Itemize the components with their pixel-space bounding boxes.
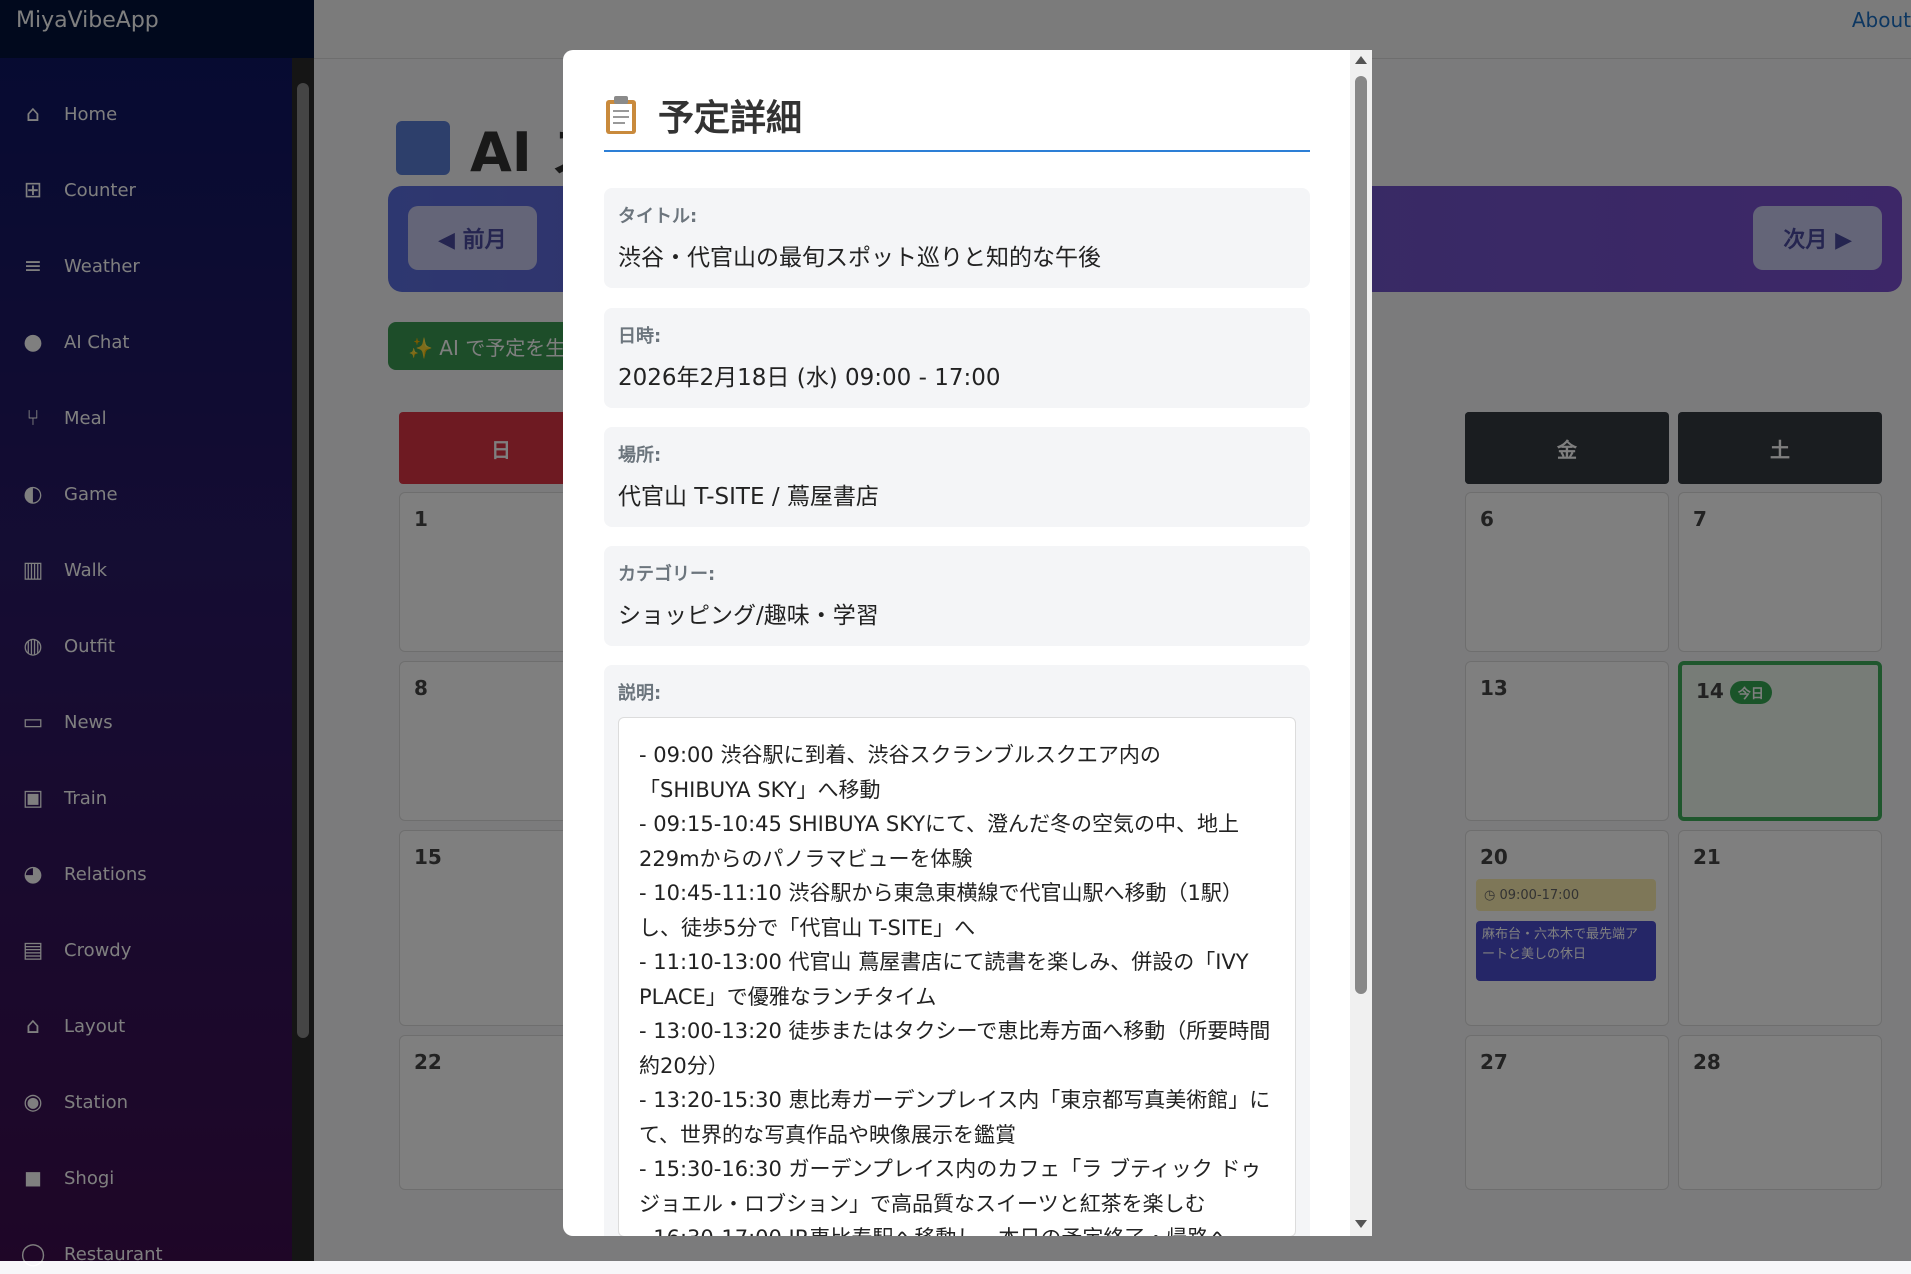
category-field: カテゴリー: ショッピング/趣味・学習 <box>604 546 1310 646</box>
description-line: - 11:10-13:00 代官山 蔦屋書店にて読書を楽しみ、併設の「IVY <box>639 950 1249 974</box>
scroll-up-arrow[interactable] <box>1355 56 1367 64</box>
datetime-value: 2026年2月18日 (水) 09:00 - 17:00 <box>618 365 1001 391</box>
clipboard-icon <box>604 95 638 135</box>
modal-title: 予定詳細 <box>658 98 803 139</box>
description-line: て、世界的な写真作品や映像展示を鑑賞 <box>639 1122 1016 1147</box>
location-label: 場所: <box>618 445 662 466</box>
description-line: PLACE」で優雅なランチタイム <box>639 984 937 1009</box>
description-field: 説明: - 09:00 渋谷駅に到着、渋谷スクランブルスクエア内の 「SHIBU… <box>604 665 1310 1236</box>
description-line: ジョエル・ロブション」で高品質なスイーツと紅茶を楽しむ <box>639 1191 1206 1216</box>
modal-scrollbar[interactable] <box>1350 50 1372 1236</box>
title-field: タイトル: 渋谷・代官山の最旬スポット巡りと知的な午後 <box>604 188 1310 288</box>
description-line: - 09:15-10:45 SHIBUYA SKYにて、澄んだ冬の空気の中、地上 <box>639 812 1240 836</box>
location-field: 場所: 代官山 T-SITE / 蔦屋書店 <box>604 427 1310 527</box>
description-label: 説明: <box>618 683 662 704</box>
description-line: - 10:45-11:10 渋谷駅から東急東横線で代官山駅へ移動（1駅） <box>639 881 1243 905</box>
title-value: 渋谷・代官山の最旬スポット巡りと知的な午後 <box>618 245 1101 271</box>
modal-scroll-thumb[interactable] <box>1355 76 1367 994</box>
description-line: - 15:30-16:30 ガーデンプレイス内のカフェ「ラ ブティック ドゥ <box>639 1157 1262 1181</box>
description-line: 「SHIBUYA SKY」へ移動 <box>639 777 881 802</box>
description-line: - 13:20-15:30 恵比寿ガーデンプレイス内「東京都写真美術館」に <box>639 1088 1271 1112</box>
datetime-label: 日時: <box>618 326 662 347</box>
event-detail-modal: 予定詳細 タイトル: 渋谷・代官山の最旬スポット巡りと知的な午後 日時: 202… <box>563 50 1372 1236</box>
description-line: - 09:00 渋谷駅に到着、渋谷スクランブルスクエア内の <box>639 743 1161 767</box>
description-line: 229mからのパノラマビューを体験 <box>639 846 973 871</box>
category-label: カテゴリー: <box>618 564 716 585</box>
description-line: し、徒歩5分で「代官山 T-SITE」へ <box>639 915 976 940</box>
description-box[interactable]: - 09:00 渋谷駅に到着、渋谷スクランブルスクエア内の 「SHIBUYA S… <box>618 717 1296 1236</box>
description-line: - 16:30-17:00 JR恵比寿駅へ移動し、本日の予定終了・帰路へ <box>639 1221 1275 1236</box>
title-label: タイトル: <box>618 206 698 227</box>
location-value: 代官山 T-SITE / 蔦屋書店 <box>618 484 879 510</box>
scroll-down-arrow[interactable] <box>1355 1220 1367 1228</box>
datetime-field: 日時: 2026年2月18日 (水) 09:00 - 17:00 <box>604 308 1310 408</box>
modal-header: 予定詳細 <box>604 80 1310 152</box>
category-value: ショッピング/趣味・学習 <box>618 603 879 629</box>
description-line: 約20分） <box>639 1053 729 1078</box>
description-line: - 13:00-13:20 徒歩またはタクシーで恵比寿方面へ移動（所要時間 <box>639 1019 1271 1043</box>
